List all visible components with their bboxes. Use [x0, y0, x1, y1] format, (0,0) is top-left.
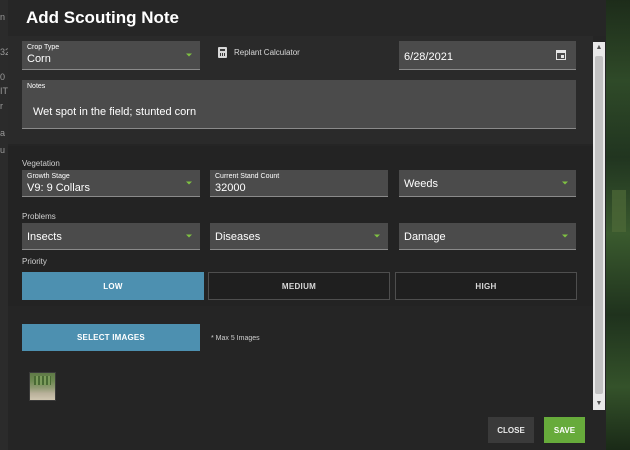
background-text: u: [0, 145, 6, 155]
vegetation-section-label: Vegetation: [22, 159, 60, 168]
crop-type-select[interactable]: Crop Type Corn: [22, 41, 200, 70]
chevron-down-icon: [374, 234, 380, 238]
save-button[interactable]: SAVE: [544, 417, 585, 443]
chevron-down-icon: [186, 53, 192, 57]
select-images-button[interactable]: SELECT IMAGES: [22, 324, 200, 351]
damage-value: Damage: [404, 231, 446, 243]
background-map-image: [606, 0, 630, 450]
background-text: n: [0, 12, 6, 22]
notes-field[interactable]: Notes Wet spot in the field; stunted cor…: [22, 80, 576, 129]
weeds-select[interactable]: Weeds: [399, 170, 576, 197]
chevron-down-icon: [562, 234, 568, 238]
date-value: 6/28/2021: [404, 51, 453, 63]
priority-medium-button[interactable]: MEDIUM: [208, 272, 390, 300]
weeds-value: Weeds: [404, 178, 439, 190]
background-text: 0: [0, 72, 6, 82]
chevron-down-icon: [562, 181, 568, 185]
calendar-icon[interactable]: [556, 50, 566, 60]
priority-low-button[interactable]: LOW: [22, 272, 204, 300]
growth-stage-label: Growth Stage: [27, 173, 70, 180]
chevron-down-icon: [186, 234, 192, 238]
background-text: IT: [0, 86, 8, 96]
insects-value: Insects: [27, 231, 62, 243]
notes-label: Notes: [27, 83, 46, 90]
scroll-up-arrow-icon[interactable]: ▲: [593, 42, 605, 54]
max-images-note: * Max 5 Images: [211, 335, 260, 342]
calculator-icon: [218, 47, 227, 58]
stand-count-input[interactable]: Current Stand Count 32000: [210, 170, 388, 197]
scrollbar-thumb[interactable]: [595, 56, 603, 394]
background-text: a: [0, 128, 6, 138]
crop-type-label: Crop Type: [27, 44, 60, 51]
diseases-select[interactable]: Diseases: [210, 223, 388, 250]
image-thumbnail[interactable]: [29, 372, 56, 401]
stand-count-value: 32000: [215, 182, 246, 194]
priority-high-button[interactable]: HIGH: [395, 272, 577, 300]
dialog-title: Add Scouting Note: [26, 8, 179, 27]
date-field[interactable]: 6/28/2021: [399, 41, 576, 70]
scroll-down-arrow-icon[interactable]: ▼: [593, 398, 605, 410]
close-button[interactable]: CLOSE: [488, 417, 534, 443]
priority-section-label: Priority: [22, 257, 47, 266]
problems-section-label: Problems: [22, 212, 56, 221]
growth-stage-select[interactable]: Growth Stage V9: 9 Collars: [22, 170, 200, 197]
background-text: r: [0, 101, 3, 111]
crop-type-value: Corn: [27, 53, 51, 65]
background-left-panel: n 32 0 IT r a u: [0, 0, 10, 450]
replant-calculator-link[interactable]: Replant Calculator: [218, 47, 300, 58]
growth-stage-value: V9: 9 Collars: [27, 182, 90, 194]
insects-select[interactable]: Insects: [22, 223, 200, 250]
stand-count-label: Current Stand Count: [215, 173, 280, 180]
dialog-header: Add Scouting Note: [8, 0, 606, 36]
diseases-value: Diseases: [215, 231, 261, 243]
chevron-down-icon: [186, 181, 192, 185]
damage-select[interactable]: Damage: [399, 223, 576, 250]
add-scouting-note-dialog: Add Scouting Note Crop Type Corn Replant…: [8, 0, 606, 450]
notes-value: Wet spot in the field; stunted corn: [33, 106, 197, 118]
replant-calculator-label: Replant Calculator: [234, 48, 300, 57]
dialog-scrollbar[interactable]: ▲ ▼: [593, 42, 605, 410]
